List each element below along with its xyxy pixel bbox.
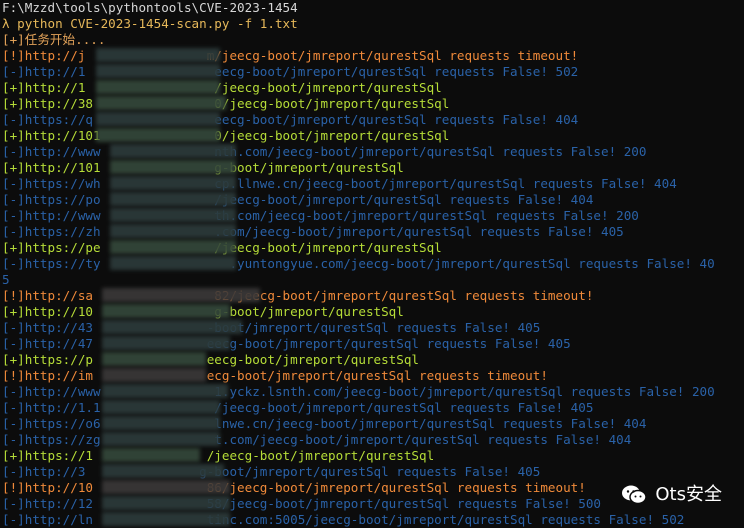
redaction-block xyxy=(110,224,236,238)
redaction-block xyxy=(96,128,220,142)
redaction-block xyxy=(110,256,236,270)
command-line: λ python CVE-2023-1454-scan.py -f 1.txt xyxy=(2,16,298,31)
redaction-block xyxy=(102,384,228,398)
redaction-block xyxy=(102,368,206,382)
redaction-block xyxy=(102,336,230,350)
redaction-block xyxy=(96,80,220,94)
redaction-block xyxy=(102,304,230,318)
redaction-block xyxy=(102,448,200,462)
redaction-block xyxy=(110,160,236,174)
wechat-icon xyxy=(621,484,648,506)
watermark: Ots安全 xyxy=(621,484,722,506)
redaction-block xyxy=(110,192,236,206)
redaction-block xyxy=(102,288,260,302)
redaction-block xyxy=(96,96,226,110)
redaction-block xyxy=(110,240,236,254)
redaction-block xyxy=(102,480,230,494)
redaction-block xyxy=(102,400,220,414)
redaction-block xyxy=(110,176,236,190)
redaction-block xyxy=(102,320,242,334)
redaction-block xyxy=(96,112,220,126)
redaction-block xyxy=(102,352,206,366)
redaction-block xyxy=(96,64,220,78)
redaction-block xyxy=(96,48,220,62)
redaction-block xyxy=(102,432,220,446)
watermark-text: Ots安全 xyxy=(655,484,722,505)
redaction-block xyxy=(110,208,236,222)
redaction-block xyxy=(102,496,230,510)
log-line-fail: 5 xyxy=(2,272,10,287)
redaction-block xyxy=(102,512,230,526)
cwd-path: F:\Mzzd\tools\pythontools\CVE-2023-1454 xyxy=(2,0,298,15)
log-line-start: [+]任务开始.... xyxy=(2,32,106,47)
redaction-block xyxy=(102,416,220,430)
redaction-block xyxy=(102,464,224,478)
redaction-block xyxy=(110,144,236,158)
